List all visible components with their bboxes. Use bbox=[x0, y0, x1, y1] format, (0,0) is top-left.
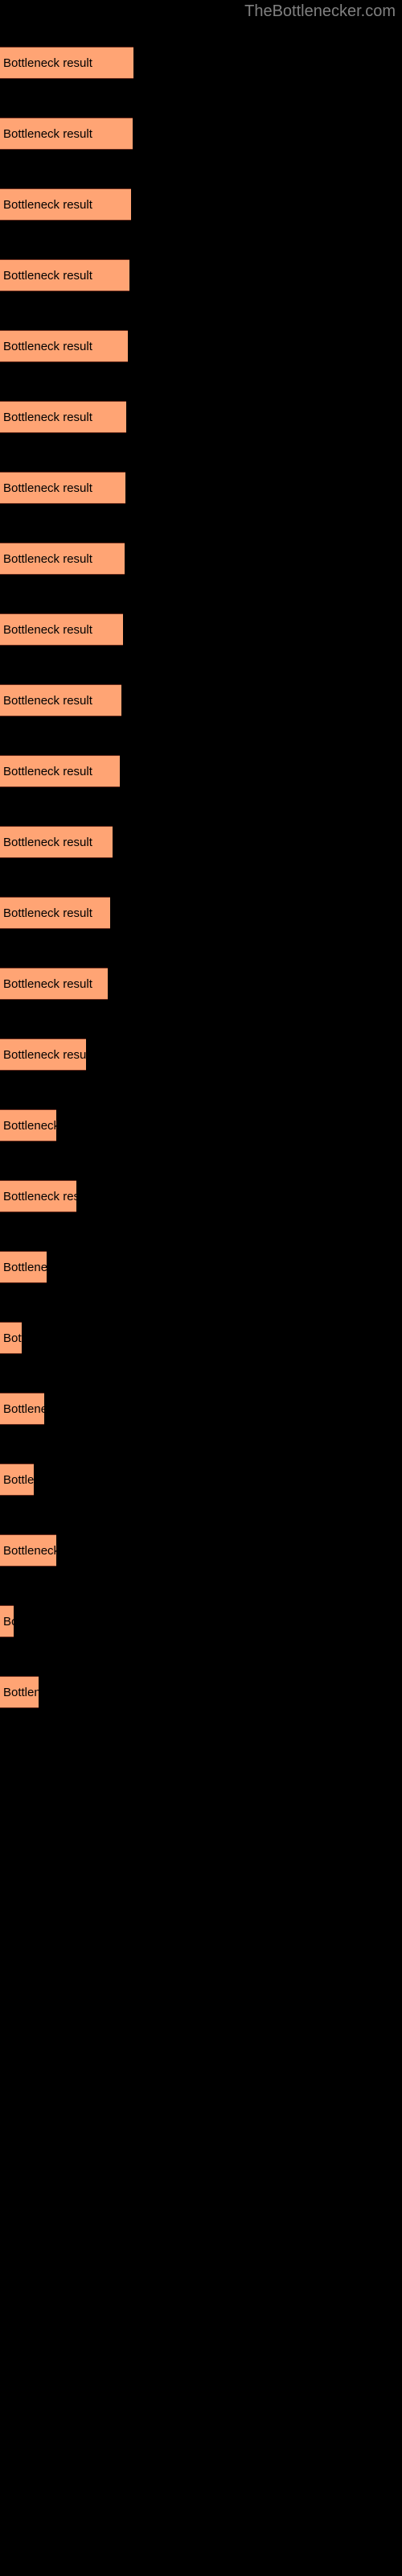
bar-label: Bottleneck result bbox=[3, 340, 92, 353]
bar-rect[interactable]: Bottleneck result bbox=[0, 1393, 44, 1425]
bar-label: Bottleneck result bbox=[3, 198, 92, 212]
bar-label: Bottleneck result bbox=[3, 481, 92, 495]
bar-label: Bottleneck result bbox=[3, 1686, 39, 1699]
bar-row[interactable]: Bottleneck result bbox=[0, 472, 125, 504]
bar-rect[interactable]: Bottleneck result bbox=[0, 897, 110, 929]
bar-rect[interactable]: Bottleneck result bbox=[0, 330, 128, 362]
bar-label: Bottleneck result bbox=[3, 1615, 14, 1629]
bar-label: Bottleneck result bbox=[3, 977, 92, 991]
bar-label: Bottleneck result bbox=[3, 1544, 56, 1558]
bar-rect[interactable]: Bottleneck result bbox=[0, 1676, 39, 1708]
bar-label: Bottleneck result bbox=[3, 623, 92, 637]
bar-row[interactable]: Bottleneck result bbox=[0, 1109, 56, 1141]
bar-rect[interactable]: Bottleneck result bbox=[0, 755, 120, 787]
bar-rect[interactable]: Bottleneck result bbox=[0, 47, 133, 79]
bar-rect[interactable]: Bottleneck result bbox=[0, 968, 108, 1000]
bar-row[interactable]: Bottleneck result bbox=[0, 543, 125, 575]
bar-label: Bottleneck result bbox=[3, 1402, 44, 1416]
bar-rect[interactable]: Bottleneck result bbox=[0, 1180, 76, 1212]
bar-label: Bottleneck result bbox=[3, 765, 92, 778]
bar-row[interactable]: Bottleneck result bbox=[0, 1676, 39, 1708]
bar-label: Bottleneck result bbox=[3, 411, 92, 424]
bar-row[interactable]: Bottleneck result bbox=[0, 897, 110, 929]
bar-label: Bottleneck result bbox=[3, 56, 92, 70]
bar-label: Bottleneck result bbox=[3, 127, 92, 141]
bar-label: Bottleneck result bbox=[3, 1190, 76, 1203]
bar-label: Bottleneck result bbox=[3, 552, 92, 566]
bar-series: Bottleneck result Bottleneck result Bottle… bbox=[0, 0, 402, 2576]
bar-rect[interactable]: Bottleneck result bbox=[0, 118, 133, 150]
bar-row[interactable]: Bottleneck result bbox=[0, 1322, 22, 1354]
bar-label: Bottleneck result bbox=[3, 1119, 56, 1133]
bar-label: Bottleneck result bbox=[3, 694, 92, 708]
bar-row[interactable]: Bottleneck result bbox=[0, 1251, 47, 1283]
bar-row[interactable]: Bottleneck result bbox=[0, 1605, 14, 1637]
bar-rect[interactable]: Bottleneck result bbox=[0, 188, 131, 221]
bar-rect[interactable]: Bottleneck result bbox=[0, 259, 129, 291]
bar-label: Bottleneck result bbox=[3, 1473, 34, 1487]
bar-row[interactable]: Bottleneck result bbox=[0, 684, 121, 716]
bar-rect[interactable]: Bottleneck result bbox=[0, 1038, 86, 1071]
bar-label: Bottleneck result bbox=[3, 1261, 47, 1274]
bar-row[interactable]: Bottleneck result bbox=[0, 47, 133, 79]
bar-row[interactable]: Bottleneck result bbox=[0, 1534, 56, 1567]
bottleneck-chart: TheBottlenecker.com Bottleneck result Bot… bbox=[0, 0, 402, 2576]
bar-row[interactable]: Bottleneck result bbox=[0, 826, 113, 858]
bar-label: Bottleneck result bbox=[3, 269, 92, 283]
bar-rect[interactable]: Bottleneck result bbox=[0, 472, 125, 504]
bar-rect[interactable]: Bottleneck result bbox=[0, 1322, 22, 1354]
bar-rect[interactable]: Bottleneck result bbox=[0, 1605, 14, 1637]
bar-row[interactable]: Bottleneck result bbox=[0, 1463, 34, 1496]
bar-label: Bottleneck result bbox=[3, 836, 92, 849]
bar-label: Bottleneck result bbox=[3, 1048, 86, 1062]
bar-row[interactable]: Bottleneck result bbox=[0, 259, 129, 291]
bar-rect[interactable]: Bottleneck result bbox=[0, 543, 125, 575]
bar-row[interactable]: Bottleneck result bbox=[0, 968, 108, 1000]
bar-row[interactable]: Bottleneck result bbox=[0, 613, 123, 646]
bar-label: Bottleneck result bbox=[3, 906, 92, 920]
bar-row[interactable]: Bottleneck result bbox=[0, 1038, 86, 1071]
bar-row[interactable]: Bottleneck result bbox=[0, 401, 126, 433]
bar-rect[interactable]: Bottleneck result bbox=[0, 401, 126, 433]
bar-rect[interactable]: Bottleneck result bbox=[0, 1251, 47, 1283]
bar-row[interactable]: Bottleneck result bbox=[0, 118, 133, 150]
bar-rect[interactable]: Bottleneck result bbox=[0, 1109, 56, 1141]
bar-label: Bottleneck result bbox=[3, 1331, 22, 1345]
bar-row[interactable]: Bottleneck result bbox=[0, 1180, 76, 1212]
bar-rect[interactable]: Bottleneck result bbox=[0, 826, 113, 858]
bar-rect[interactable]: Bottleneck result bbox=[0, 684, 121, 716]
bar-row[interactable]: Bottleneck result bbox=[0, 755, 120, 787]
bar-rect[interactable]: Bottleneck result bbox=[0, 1463, 34, 1496]
bar-row[interactable]: Bottleneck result bbox=[0, 188, 131, 221]
bar-row[interactable]: Bottleneck result bbox=[0, 330, 128, 362]
bar-rect[interactable]: Bottleneck result bbox=[0, 613, 123, 646]
bar-row[interactable]: Bottleneck result bbox=[0, 1393, 44, 1425]
bar-rect[interactable]: Bottleneck result bbox=[0, 1534, 56, 1567]
